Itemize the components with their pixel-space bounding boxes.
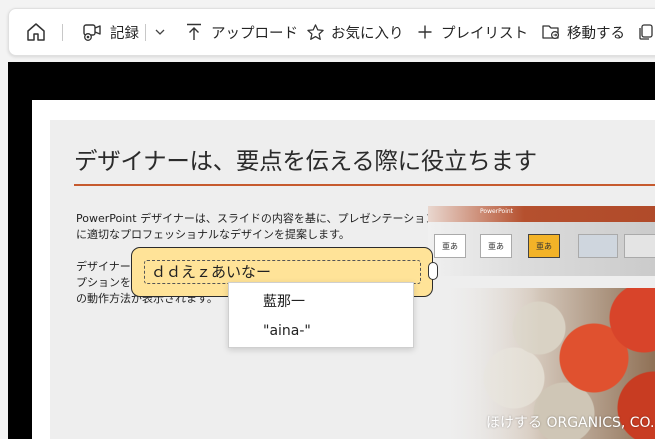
app-title-bar: PowerPoint	[428, 206, 655, 222]
plus-icon	[418, 25, 432, 39]
copy-button[interactable]	[637, 9, 655, 55]
slide-text-line: PowerPoint デザイナーは、スライドの内容を基に、プレゼンテーション	[76, 212, 437, 225]
ime-candidate[interactable]: "aina-"	[263, 323, 311, 339]
ime-resize-handle[interactable]	[428, 262, 438, 280]
record-button[interactable]: 記録	[81, 9, 139, 55]
favorite-label: お気に入り	[331, 25, 404, 42]
home-button[interactable]	[25, 9, 47, 55]
upload-button[interactable]: アップロード	[185, 9, 298, 55]
design-thumbnail: 亜あ	[528, 234, 560, 258]
upload-icon	[187, 23, 201, 40]
move-folder-icon	[542, 25, 560, 40]
star-icon	[307, 23, 324, 40]
record-dropdown-button[interactable]	[154, 9, 166, 55]
slide-title: デザイナーは、要点を伝える際に役立ちます	[74, 147, 537, 175]
designer-thumbnail-panel: PowerPoint 亜あ 亜あ 亜あ	[428, 206, 655, 276]
design-thumbnail: 亜あ	[434, 234, 466, 258]
copy-icon	[639, 24, 653, 40]
chevron-down-icon	[155, 29, 165, 35]
ime-composition-text[interactable]: ｄｄえｚあいなー	[144, 260, 421, 284]
record-icon	[83, 24, 101, 41]
toolbar-divider	[62, 24, 63, 41]
playlist-label: プレイリスト	[441, 25, 528, 42]
move-label: 移動する	[567, 25, 625, 42]
design-thumbnail	[624, 234, 655, 258]
record-label: 記録	[110, 25, 139, 42]
organics-banner-text: ほけする ORGANICS, CO.	[486, 415, 655, 431]
toolbar-divider	[145, 24, 146, 41]
design-thumbnail	[578, 234, 618, 258]
slide-text-line: に適切なプロフェッショナルなデザインを提案します。	[76, 228, 350, 241]
ime-candidate[interactable]: 藍那一	[263, 291, 305, 311]
move-button[interactable]: 移動する	[541, 9, 625, 55]
design-thumbnail: 亜あ	[480, 234, 512, 258]
title-underline	[74, 184, 655, 186]
app-title-label: PowerPoint	[480, 208, 514, 215]
home-icon	[27, 23, 45, 41]
playlist-button[interactable]: プレイリスト	[417, 9, 528, 55]
favorite-button[interactable]: お気に入り	[306, 9, 404, 55]
command-bar: 記録 アップロード お気に入り プレイリスト 移動する	[8, 8, 655, 56]
upload-label: アップロード	[211, 25, 298, 42]
ime-candidate-list: 藍那一 "aina-"	[228, 282, 414, 348]
